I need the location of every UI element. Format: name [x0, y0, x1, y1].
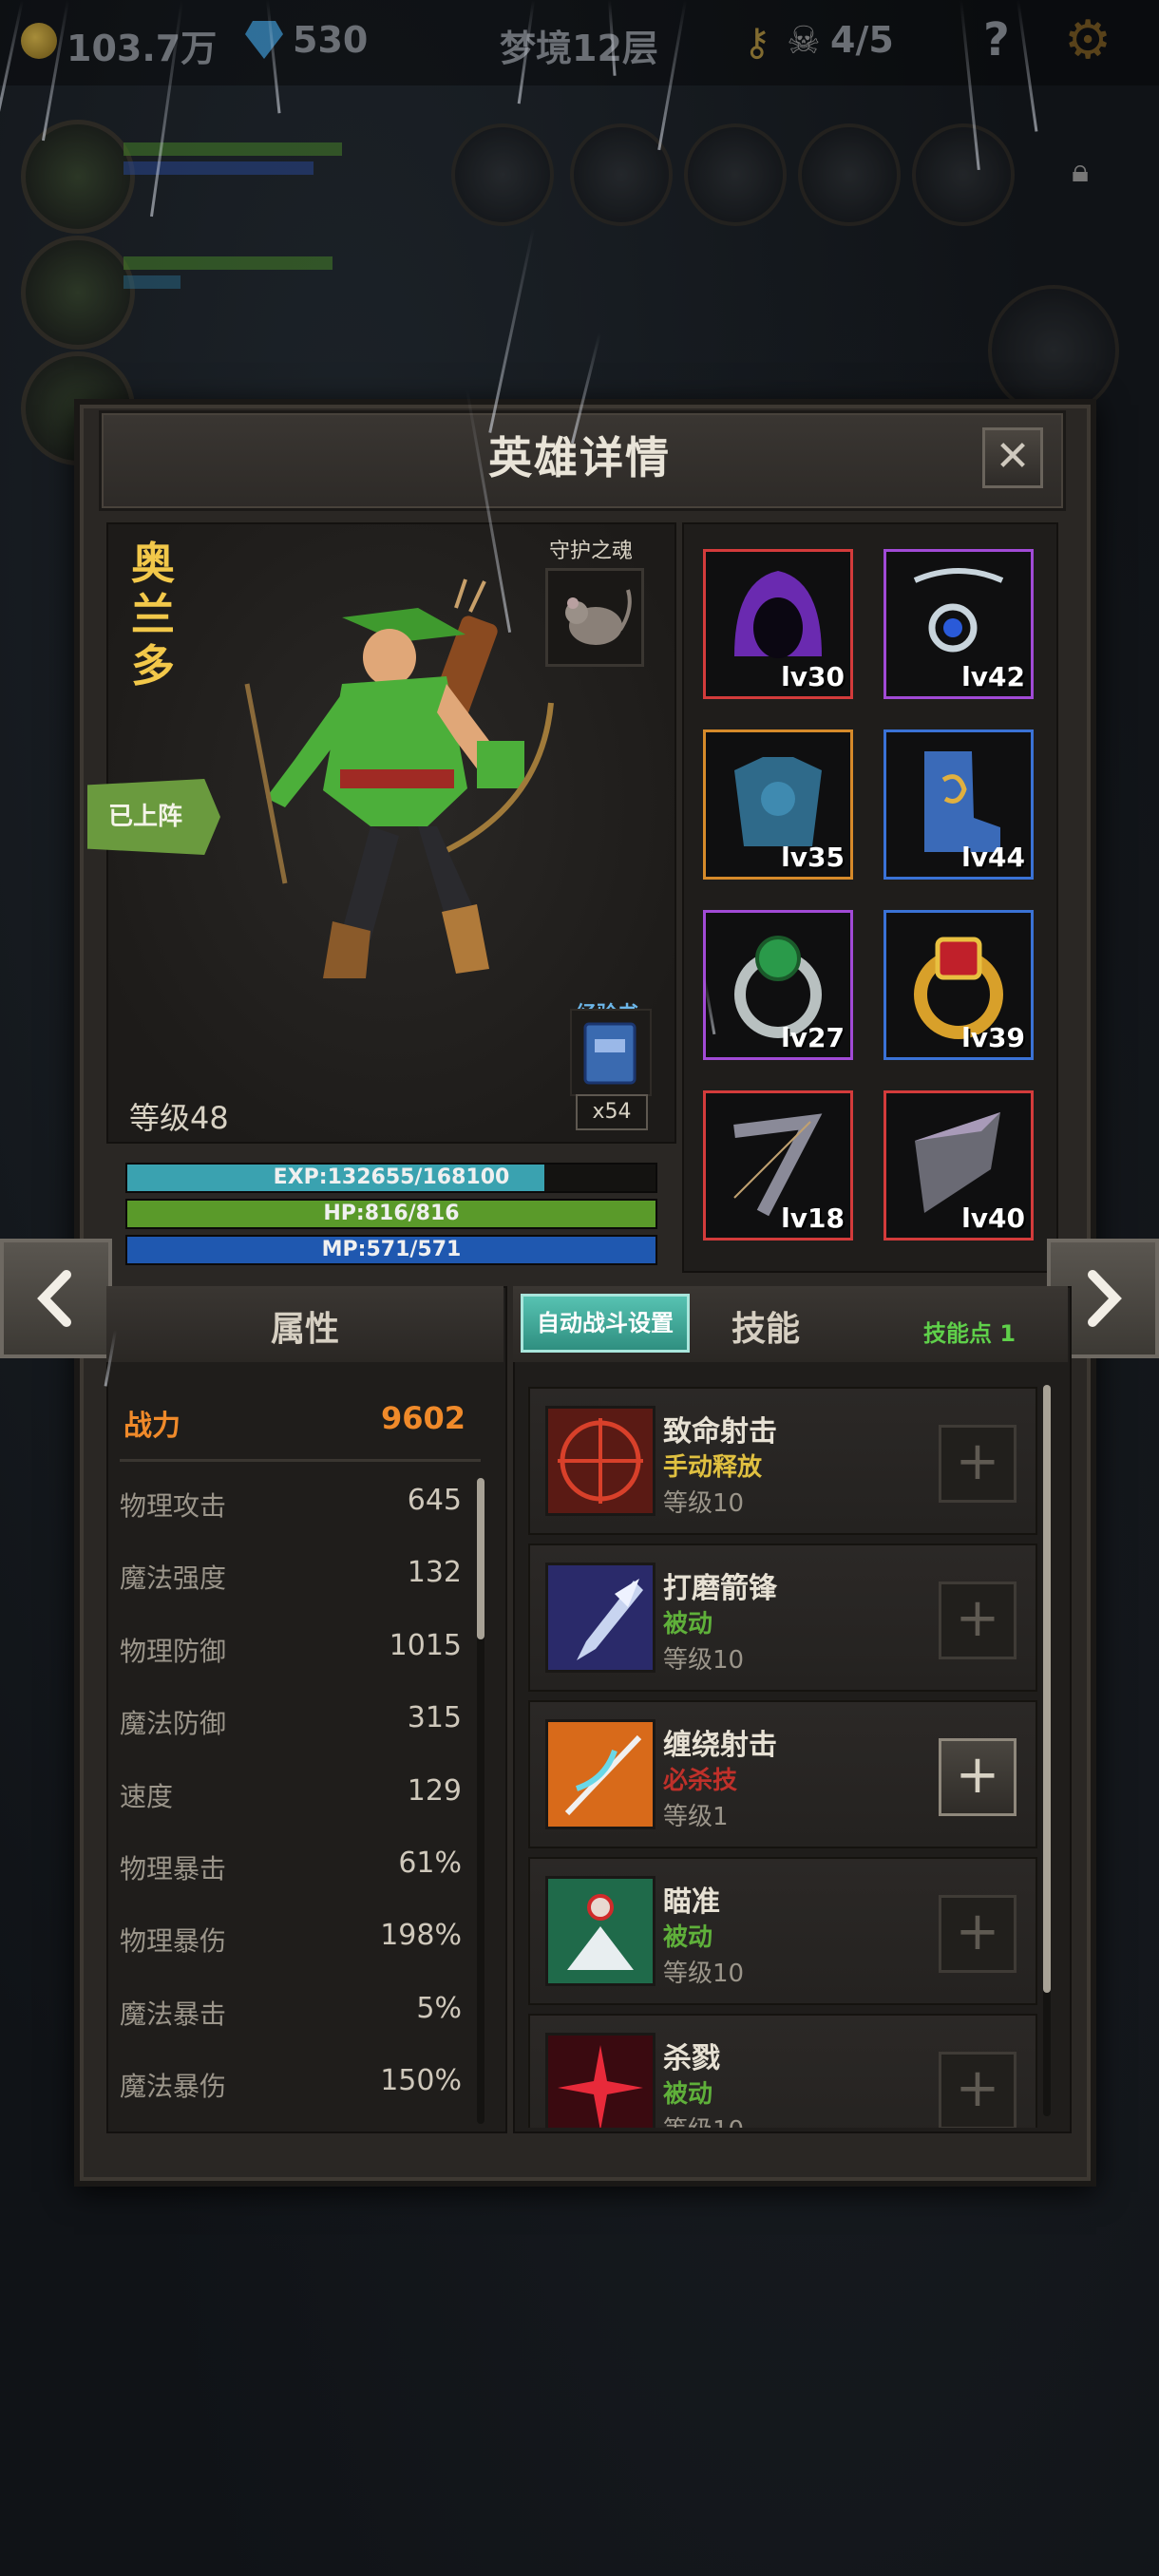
entangle-shot-skill-icon: [545, 1719, 656, 1829]
skill-item[interactable]: 瞄准被动等级10 +: [528, 1857, 1037, 2005]
skill-name: 致命射击: [663, 1415, 777, 1449]
skill-name: 杀戮: [663, 2042, 720, 2075]
skill-level: 等级1: [663, 1803, 729, 1831]
skill-item[interactable]: 缠绕射击必杀技等级1 +: [528, 1700, 1037, 1848]
skill-upgrade-plus-button[interactable]: +: [939, 1738, 1016, 1816]
slaughter-skill-icon: [545, 2033, 656, 2128]
skill-type: 被动: [663, 1923, 713, 1952]
skill-type: 手动释放: [663, 1453, 763, 1482]
crosshair-skill-icon: [545, 1406, 656, 1516]
skills-scroll-thumb[interactable]: [1043, 1385, 1051, 1993]
skill-item[interactable]: 致命射击手动释放等级10 +: [528, 1387, 1037, 1535]
skill-type: 被动: [663, 1610, 713, 1638]
skill-upgrade-plus-button[interactable]: +: [939, 1895, 1016, 1973]
skill-level: 等级10: [663, 2111, 744, 2128]
skill-item[interactable]: 杀戮被动等级10 +: [528, 2014, 1037, 2128]
skill-name: 瞄准: [663, 1885, 720, 1919]
skill-name: 缠绕射击: [663, 1729, 777, 1762]
skill-upgrade-plus-button[interactable]: +: [939, 1425, 1016, 1503]
skill-level: 等级10: [663, 1646, 745, 1675]
skill-type: 必杀技: [663, 1767, 738, 1795]
skill-type: 被动: [663, 2080, 713, 2109]
sharpen-arrow-skill-icon: [545, 1563, 656, 1673]
skill-upgrade-plus-button[interactable]: +: [939, 1582, 1016, 1659]
skill-level: 等级10: [663, 1960, 745, 1988]
skill-name: 打磨箭锋: [663, 1572, 777, 1605]
skill-upgrade-plus-button[interactable]: +: [939, 2052, 1016, 2128]
aim-skill-icon: [545, 1876, 656, 1986]
skill-level: 等级10: [663, 1489, 745, 1518]
skill-item[interactable]: 打磨箭锋被动等级10 +: [528, 1544, 1037, 1692]
